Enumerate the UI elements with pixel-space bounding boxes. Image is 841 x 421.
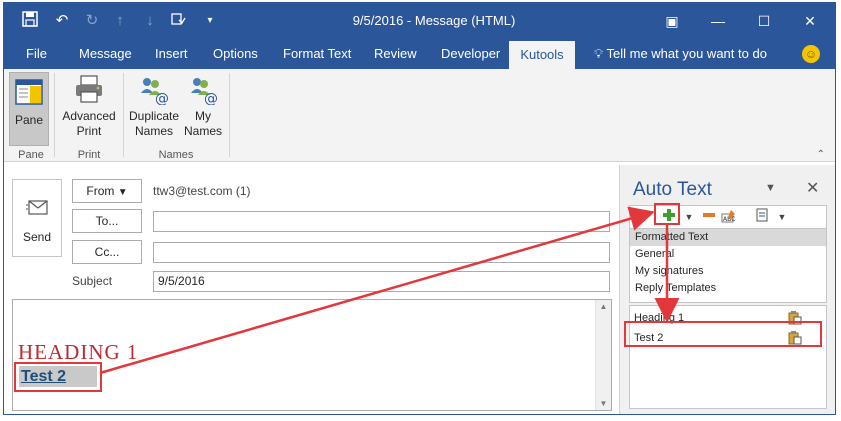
- save-icon[interactable]: [20, 11, 40, 31]
- pane-icon: [13, 77, 45, 109]
- advanced-print-label-line1: Advanced: [62, 109, 116, 123]
- category-item-my-signatures[interactable]: My signatures: [630, 263, 826, 280]
- tab-kutools[interactable]: Kutools: [509, 41, 575, 69]
- send-button[interactable]: Send: [12, 179, 62, 257]
- from-button[interactable]: From ▼: [72, 179, 142, 203]
- my-names-label-line2: Names: [183, 124, 222, 138]
- tab-message[interactable]: Message: [75, 39, 136, 69]
- advanced-print-label-line2: Print: [76, 124, 102, 138]
- printer-icon: [73, 73, 105, 105]
- category-item-reply-templates[interactable]: Reply Templates: [630, 280, 826, 297]
- down-arrow-icon[interactable]: ↓: [140, 11, 160, 31]
- title-bar: ↶ ↻ ↑ ↓ ▾ 9/5/2016 - Message (HTML) ▣ — …: [4, 3, 835, 39]
- close-button[interactable]: ✕: [787, 3, 833, 39]
- tell-me-search[interactable]: 💡︎ Tell me what you want to do: [594, 39, 767, 69]
- pane-label: Pane: [14, 113, 44, 127]
- remove-entry-icon[interactable]: [700, 208, 718, 226]
- lightbulb-icon: 💡︎: [594, 46, 604, 61]
- group-separator: [229, 73, 230, 157]
- tab-format-text[interactable]: Format Text: [279, 39, 355, 69]
- category-item-formatted-text[interactable]: Formatted Text: [630, 229, 826, 246]
- tab-file[interactable]: File: [22, 39, 51, 69]
- category-dropdown-icon[interactable]: ▼: [773, 208, 791, 226]
- group-separator: [123, 73, 124, 157]
- highlight-box-add-button: [654, 203, 680, 225]
- body-scrollbar[interactable]: ▲ ▼: [595, 300, 611, 410]
- group-label-pane: Pane: [18, 149, 44, 161]
- tell-me-text: Tell me what you want to do: [606, 46, 767, 61]
- svg-text:@: @: [155, 91, 169, 105]
- svg-text:@: @: [204, 91, 218, 105]
- redo-icon[interactable]: ↻: [82, 11, 102, 31]
- category-list: Formatted Text General My signatures Rep…: [629, 229, 827, 303]
- pane-button[interactable]: Pane: [9, 72, 49, 146]
- smiley-feedback-icon[interactable]: ☺: [802, 45, 820, 63]
- my-names-label-line1: My: [195, 109, 211, 123]
- customize-quick-access-icon[interactable]: ▾: [200, 11, 220, 31]
- to-button[interactable]: To...: [72, 209, 142, 233]
- scroll-down-icon[interactable]: ▼: [596, 399, 611, 408]
- ribbon-tab-bar: File Message Insert Options Format Text …: [4, 39, 835, 69]
- subject-field[interactable]: 9/5/2016: [153, 271, 610, 292]
- group-label-print: Print: [77, 149, 101, 161]
- duplicate-names-button[interactable]: @ Duplicate Names: [126, 73, 182, 139]
- up-arrow-icon[interactable]: ↑: [110, 11, 130, 31]
- refresh-icon[interactable]: ↻: [632, 208, 650, 226]
- duplicate-names-label-line2: Names: [134, 124, 173, 138]
- tab-options[interactable]: Options: [209, 39, 262, 69]
- add-dropdown-icon[interactable]: ▼: [680, 208, 698, 226]
- pane-options-dropdown-icon[interactable]: ▼: [765, 182, 776, 194]
- highlight-box-new-entry: [624, 321, 822, 347]
- maximize-button[interactable]: ☐: [741, 3, 787, 39]
- tab-insert[interactable]: Insert: [151, 39, 192, 69]
- window-title: 9/5/2016 - Message (HTML): [352, 13, 516, 28]
- rename-entry-icon[interactable]: ABC: [720, 208, 738, 226]
- collapse-ribbon-icon[interactable]: ⌃: [817, 149, 825, 160]
- advanced-print-button[interactable]: Advanced Print: [59, 73, 119, 139]
- pane-close-icon[interactable]: ✕: [806, 178, 819, 198]
- group-label-names: Names: [158, 149, 194, 161]
- my-names-icon: @: [187, 73, 219, 107]
- subject-label: Subject: [72, 274, 113, 288]
- chevron-down-icon: ▼: [117, 187, 128, 198]
- my-names-button[interactable]: @ My Names: [182, 73, 224, 139]
- ribbon: Pane Advanced Print @ Duplicate Names @ …: [4, 69, 835, 162]
- highlight-box-body-text: [14, 362, 102, 392]
- minimize-button[interactable]: —: [695, 3, 741, 39]
- duplicate-names-icon: @: [138, 73, 170, 107]
- category-item-general[interactable]: General: [630, 246, 826, 263]
- send-envelope-icon: [26, 200, 48, 215]
- group-separator: [54, 73, 55, 157]
- scroll-up-icon[interactable]: ▲: [596, 302, 611, 311]
- check-names-icon[interactable]: [168, 11, 188, 31]
- from-label: From: [86, 184, 115, 198]
- cc-button[interactable]: Cc...: [72, 240, 142, 264]
- duplicate-names-label-line1: Duplicate: [128, 109, 180, 123]
- tab-developer[interactable]: Developer: [437, 39, 504, 69]
- cc-field[interactable]: [153, 242, 610, 263]
- category-icon[interactable]: [753, 208, 771, 226]
- auto-text-title: Auto Text: [633, 179, 712, 200]
- undo-icon[interactable]: ↶: [52, 11, 72, 31]
- from-account: ttw3@test.com (1): [153, 184, 251, 198]
- auto-text-pane: Auto Text ▼ ✕ ↻ ▼ ABC ▼ Formatted Text G…: [619, 165, 835, 414]
- ribbon-display-options-icon[interactable]: ▣: [649, 3, 695, 39]
- tab-review[interactable]: Review: [370, 39, 421, 69]
- send-label: Send: [22, 230, 52, 244]
- to-field[interactable]: [153, 211, 610, 232]
